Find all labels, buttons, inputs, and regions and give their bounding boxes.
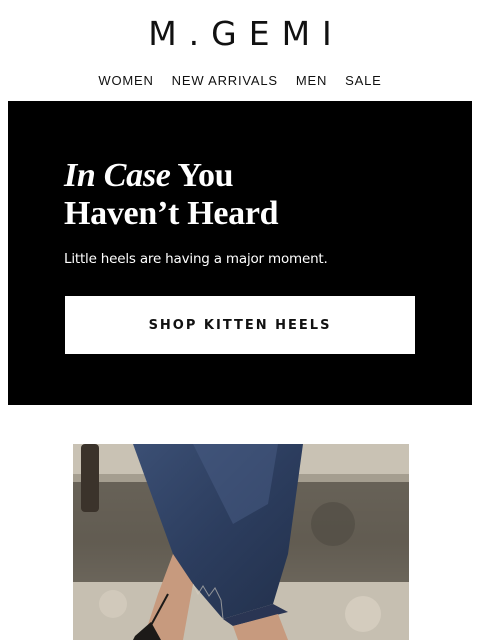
- shop-kitten-heels-button[interactable]: SHOP KITTEN HEELS: [65, 296, 415, 354]
- hero-banner: In Case You Haven’t Heard Little heels a…: [8, 101, 472, 405]
- hero-title-line2: Haven’t Heard: [64, 195, 279, 232]
- hero-subtitle: Little heels are having a major moment.: [64, 251, 328, 267]
- main-nav: WOMEN NEW ARRIVALS MEN SALE: [0, 71, 480, 90]
- nav-item-new-arrivals[interactable]: NEW ARRIVALS: [172, 71, 278, 90]
- hero-title-rest: You: [170, 157, 234, 194]
- nav-item-women[interactable]: WOMEN: [98, 71, 153, 90]
- nav-item-sale[interactable]: SALE: [345, 71, 381, 90]
- hero-title-italic: In Case: [64, 157, 171, 194]
- brand-logo[interactable]: M.GEMI: [0, 14, 480, 54]
- hero-title: In Case You Haven’t Heard: [64, 157, 279, 233]
- product-photo[interactable]: [73, 444, 409, 640]
- nav-item-men[interactable]: MEN: [296, 71, 327, 90]
